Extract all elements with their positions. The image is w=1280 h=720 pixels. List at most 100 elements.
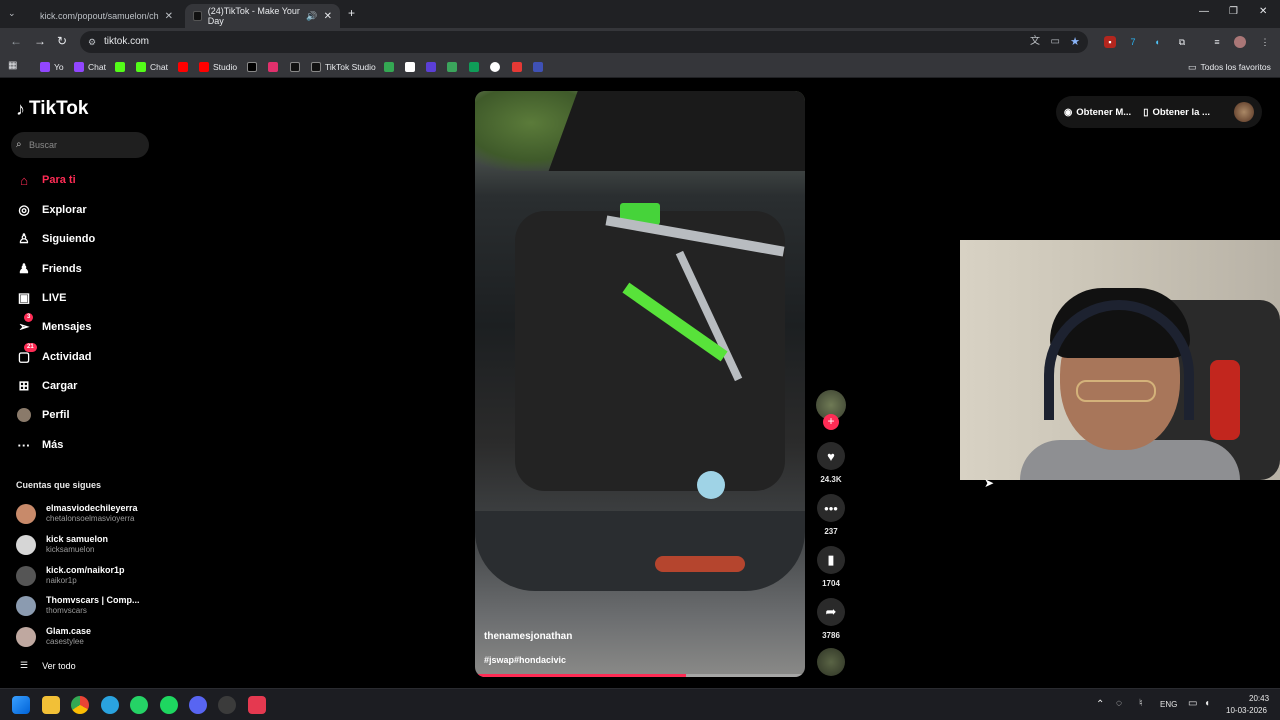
following-account[interactable]: kick samuelon kicksamuelon [16,534,108,555]
chrome-icon[interactable] [71,696,89,714]
close-window-icon[interactable]: ✕ [1259,6,1267,17]
bookmark-sheets[interactable] [469,60,479,74]
bookmark-chat-twitch[interactable]: Chat [74,60,106,74]
nav-para-ti[interactable]: ⌂ Para ti [16,171,76,189]
translate-icon[interactable]: 文 [1030,31,1040,53]
following-account[interactable]: Glam.case casestylee [16,626,91,647]
share-icon[interactable]: ➦ [817,598,845,626]
restore-icon[interactable]: ❐ [1229,6,1238,17]
bookmark-8[interactable] [447,60,457,74]
nav-mensajes[interactable]: ➢ 3 Mensajes [16,313,92,336]
nav-mas[interactable]: ··· Más [16,436,64,454]
minimize-icon[interactable]: — [1199,6,1209,17]
language-indicator[interactable]: ENG [1160,700,1177,709]
windows-start-icon[interactable] [12,696,30,714]
tab-search-icon[interactable]: ⌄ [8,8,16,19]
bookmark-9[interactable] [490,60,500,74]
apps-grid-icon[interactable]: ▦ [8,60,17,71]
tray-chevron-icon[interactable]: ⌃ [1096,699,1104,710]
video-author[interactable]: thenamesjonathan [484,631,572,642]
share-action[interactable]: ➦ 3786 [815,598,847,640]
nav-perfil[interactable]: Perfil [16,406,70,424]
bookmark-10[interactable] [512,60,522,74]
close-tab-icon[interactable]: ✕ [165,11,173,22]
discord-icon[interactable] [189,696,207,714]
bookmark-11[interactable] [533,60,543,74]
video-player[interactable]: thenamesjonathan #jswap#hondacivic [475,91,805,677]
following-account[interactable]: Thomvscars | Comp... thomvscars [16,595,140,616]
close-tab-icon[interactable]: ✕ [324,11,332,22]
tray-display-icon[interactable]: ▭ [1188,698,1197,709]
audio-playing-icon[interactable]: 🔊 [306,11,317,22]
extension-7tv-icon[interactable]: 7 [1127,36,1139,48]
site-info-icon[interactable]: ⚙ [88,31,96,53]
nav-friends[interactable]: ♟ Friends [16,260,82,278]
get-app-button[interactable]: ▯ Obtener la ... [1143,107,1210,118]
media-control-icon[interactable]: ≡ [1211,36,1223,48]
comment-action[interactable]: ••• 237 [815,494,847,536]
extension-red-icon[interactable]: ▪ [1104,36,1116,48]
bookmark-7[interactable] [426,60,436,74]
profile-avatar-icon[interactable] [1234,36,1246,48]
comment-icon[interactable]: ••• [817,494,845,522]
file-explorer-icon[interactable] [42,696,60,714]
bookmark-drive[interactable] [384,60,394,74]
video-progress-bar[interactable] [475,674,805,677]
reload-icon[interactable]: ↻ [57,34,67,48]
all-bookmarks[interactable]: ▭ Todos los favoritos [1188,60,1271,74]
extensions-puzzle-icon[interactable]: ⧉ [1176,36,1188,48]
bookmark-instagram[interactable] [268,60,278,74]
nav-actividad[interactable]: ▢ 21 Actividad [16,343,92,366]
red-app-icon[interactable] [248,696,266,714]
clock-date[interactable]: 10-03-2026 [1226,706,1267,715]
bookmark-star-icon[interactable]: ★ [1070,31,1080,53]
bookmark-tiktok[interactable] [290,60,300,74]
heart-icon[interactable]: ♥ [817,442,845,470]
bookmark-tiktok-studio[interactable]: TikTok Studio [311,60,376,74]
music-disc-icon[interactable] [817,648,845,676]
save-action[interactable]: ▮ 1704 [815,546,847,588]
tiktok-logo[interactable]: ♪ TikTok [16,98,88,120]
see-all-button[interactable]: ☰ Ver todo [20,660,76,671]
nav-live[interactable]: ▣ LIVE [16,289,67,307]
user-avatar[interactable] [1234,102,1254,122]
bookmark-youtube[interactable] [178,60,188,74]
bookmark-x[interactable] [247,60,257,74]
bookmark-kick[interactable] [115,60,125,74]
browser-toolbar: ← → ↻ ⚙ tiktok.com 文 ▭ ★ ▪ 7 ◖ ⧉ ≡ ⋮ [0,28,1280,56]
back-icon[interactable]: ← [10,34,22,48]
bookmark-yo[interactable]: Yo [40,60,64,74]
spotify-icon[interactable] [160,696,178,714]
clock-time[interactable]: 20:43 [1249,694,1269,703]
tray-volume-icon[interactable]: ◖ [1204,698,1210,709]
new-tab-icon[interactable]: + [348,6,355,20]
search-input[interactable]: ⌕ Buscar [11,132,149,158]
whatsapp-icon[interactable] [130,696,148,714]
video-hashtags[interactable]: #jswap#hondacivic [484,655,566,665]
tray-mic-icon[interactable]: ♮ [1139,698,1143,709]
following-account[interactable]: kick.com/naikor1p naikor1p [16,565,125,586]
cast-icon[interactable]: ▭ [1051,31,1060,53]
browser-menu-icon[interactable]: ⋮ [1259,36,1271,48]
nav-cargar[interactable]: ⊞ Cargar [16,377,78,395]
more-icon: ··· [17,437,31,453]
forward-icon[interactable]: → [34,34,46,48]
bookmark-icon[interactable]: ▮ [817,546,845,574]
extension-audio-icon[interactable]: ◖ [1151,36,1163,48]
tiktok-icon [290,62,300,72]
obs-icon[interactable] [218,696,236,714]
tray-wifi-icon[interactable]: ◌ [1116,698,1122,709]
address-bar[interactable]: ⚙ tiktok.com 文 ▭ ★ [80,31,1088,53]
like-action[interactable]: ♥ 24.3K [815,442,847,484]
tab-kick[interactable]: kick.com/popout/samuelon/ch ✕ [26,4,181,28]
follow-plus-icon[interactable]: + [823,414,839,430]
tab-tiktok[interactable]: (24)TikTok - Make Your Day 🔊 ✕ [185,4,340,28]
nav-siguiendo[interactable]: ♙ Siguiendo [16,230,95,248]
get-coins-button[interactable]: ◉ Obtener M... [1064,107,1131,118]
bookmark-studio[interactable]: Studio [199,60,237,74]
following-account[interactable]: elmasviodechileyerra chetalonsoelmasvioye… [16,503,138,524]
bookmark-6[interactable] [405,60,415,74]
bookmark-chat-kick[interactable]: Chat [136,60,168,74]
nav-explorar[interactable]: ◎ Explorar [16,201,86,219]
telegram-icon[interactable] [101,696,119,714]
